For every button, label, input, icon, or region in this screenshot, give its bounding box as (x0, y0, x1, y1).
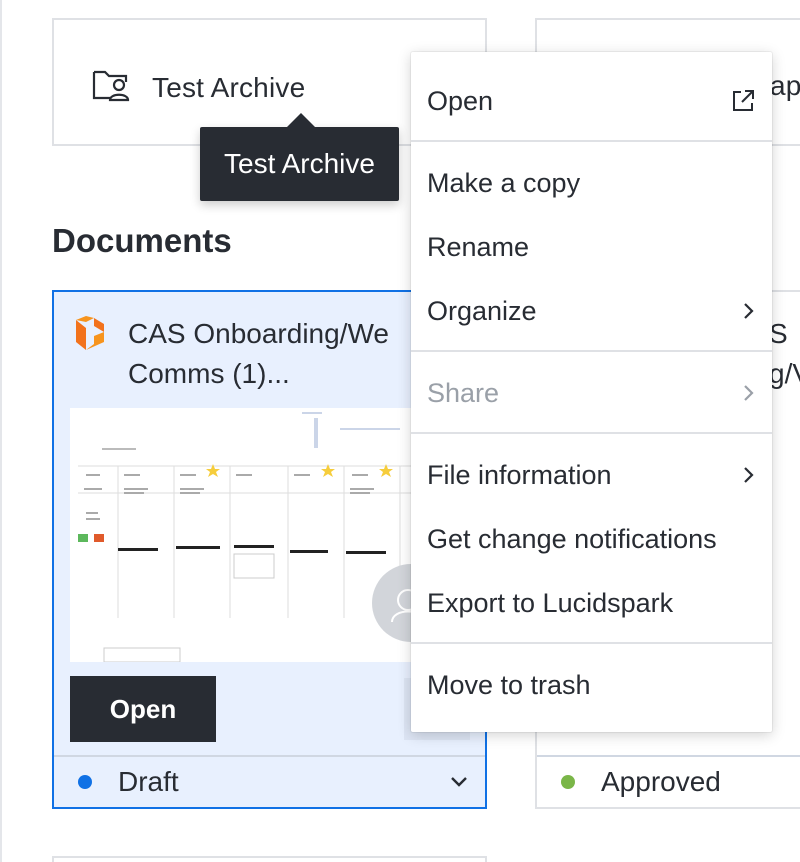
tooltip-text: Test Archive (224, 148, 375, 179)
menu-item-label: Open (427, 85, 494, 116)
sidebar-divider (0, 0, 2, 862)
open-document-button[interactable]: Open (70, 676, 216, 742)
folder-card-partial[interactable] (52, 856, 487, 862)
document-context-menu: Open Make a copy Rename Organize Share F… (411, 52, 772, 732)
folder-name: ap (770, 70, 800, 101)
document-title[interactable]: CAS Onboarding/We Comms (1)... (128, 314, 428, 394)
status-label: Draft (118, 766, 179, 797)
menu-item-label: Make a copy (427, 167, 581, 198)
folder-tooltip: Test Archive (200, 113, 399, 201)
menu-item-label: Get change notifications (427, 523, 717, 554)
chevron-right-icon (742, 301, 756, 321)
folder-name: Test Archive (152, 71, 306, 103)
menu-item-label: Move to trash (427, 669, 591, 700)
document-status-bar[interactable]: Approved (537, 755, 800, 807)
menu-item-export-lucidspark[interactable]: Export to Lucidspark (411, 572, 772, 634)
chevron-right-icon (742, 465, 756, 485)
menu-item-make-copy[interactable]: Make a copy (411, 152, 772, 214)
menu-item-move-to-trash[interactable]: Move to trash (411, 654, 772, 716)
document-status-bar[interactable]: Draft (54, 755, 485, 807)
status-label: Approved (601, 766, 721, 797)
menu-item-label: Organize (427, 295, 537, 326)
menu-item-change-notifications[interactable]: Get change notifications (411, 508, 772, 570)
menu-item-label: File information (427, 459, 612, 490)
chevron-down-icon[interactable] (449, 771, 469, 796)
document-title-line-2: g/V (769, 358, 800, 389)
open-external-icon (730, 88, 756, 114)
menu-item-rename[interactable]: Rename (411, 216, 772, 278)
section-title-documents: Documents (52, 222, 232, 259)
menu-item-label: Export to Lucidspark (427, 587, 674, 618)
menu-divider (411, 642, 772, 644)
shared-folder-icon (92, 68, 130, 107)
menu-item-label: Share (427, 377, 500, 408)
menu-item-organize[interactable]: Organize (411, 280, 772, 342)
folder-card-content: Test Archive (92, 68, 305, 107)
document-title-line-1: CAS Onboarding/We (128, 318, 389, 349)
menu-divider (411, 350, 772, 352)
status-dot-icon (78, 775, 92, 789)
lucid-logo-icon (72, 314, 108, 394)
menu-divider (411, 432, 772, 434)
menu-item-file-information[interactable]: File information (411, 444, 772, 506)
menu-item-label: Rename (427, 231, 530, 262)
chevron-right-icon (742, 383, 756, 403)
menu-divider (411, 140, 772, 142)
document-card-header: CAS Onboarding/We Comms (1)... (72, 314, 428, 394)
menu-item-share: Share (411, 362, 772, 424)
document-title-line-2: Comms (1)... (128, 358, 290, 389)
menu-item-open[interactable]: Open (411, 70, 772, 132)
status-dot-icon (561, 775, 575, 789)
document-title-line-1: S (769, 318, 788, 349)
document-title[interactable]: S g/V (769, 314, 800, 394)
documents-page: Test Archive ap Test Archive Documents C… (0, 0, 800, 862)
